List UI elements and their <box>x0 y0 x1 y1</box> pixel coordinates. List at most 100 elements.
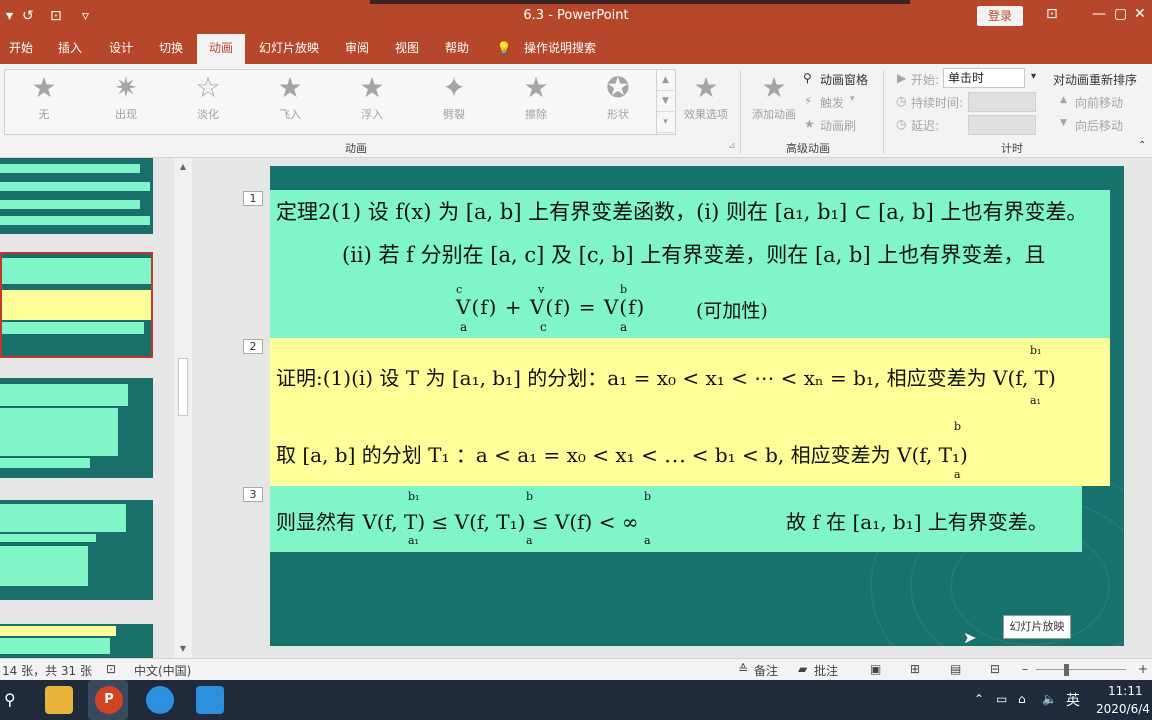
proof1-sub: a₁ <box>1030 394 1041 407</box>
lightbulb-icon: 💡 <box>496 41 512 55</box>
tab-design[interactable]: 设计 <box>100 34 142 64</box>
collapse-ribbon-icon[interactable]: ⌃ <box>1138 140 1146 151</box>
thumb-line <box>0 626 116 636</box>
star-burst-icon: ✷ <box>114 71 138 104</box>
normal-view-icon[interactable]: ▣ <box>870 662 881 676</box>
tab-view[interactable]: 视图 <box>386 34 428 64</box>
minimize-button[interactable]: — <box>1092 6 1106 22</box>
star-options-icon: ★ <box>693 71 719 104</box>
spellcheck-icon[interactable]: ⊡ <box>106 662 116 676</box>
move-earlier-button[interactable]: 向前移动 <box>1075 94 1123 111</box>
mouse-cursor-icon: ➤ <box>963 628 977 647</box>
powerpoint-icon[interactable]: P <box>95 686 123 714</box>
restore-button[interactable]: ▢ <box>1114 6 1127 22</box>
slide-thumbnail-selected[interactable] <box>0 252 153 358</box>
tab-home[interactable]: 开始 <box>0 34 42 64</box>
ime-indicator[interactable]: 英 <box>1066 690 1080 710</box>
notes-button[interactable]: 备注 <box>754 662 778 679</box>
zoom-out-icon[interactable]: – <box>1022 662 1028 676</box>
animation-pane-button[interactable]: 动画窗格 <box>820 71 868 88</box>
animation-order-1[interactable]: 1 <box>243 191 263 206</box>
tab-transitions[interactable]: 切换 <box>150 34 192 64</box>
tray-expand-icon[interactable]: ⌃ <box>974 692 984 706</box>
clock-time[interactable]: 11:11 <box>1108 684 1143 698</box>
sum-sub-2: c <box>540 320 547 334</box>
thumbnail-scrollbar[interactable]: ▲ ▼ <box>174 158 192 658</box>
anim-wipe[interactable]: ★ 擦除 <box>506 72 566 122</box>
thumb-line <box>2 290 151 320</box>
dialog-launcher-icon[interactable]: ⊿ <box>728 141 736 151</box>
battery-icon[interactable]: ▭ <box>996 692 1007 706</box>
network-icon[interactable]: ⌂ <box>1018 692 1026 706</box>
zoom-slider[interactable] <box>1036 669 1126 670</box>
anim-split[interactable]: ✦ 劈裂 <box>424 72 484 122</box>
thumb-line <box>0 164 140 173</box>
slide-thumbnail[interactable] <box>0 158 153 234</box>
zoom-in-icon[interactable]: + <box>1138 662 1148 676</box>
slide-thumbnail[interactable] <box>0 500 153 600</box>
scroll-down-icon[interactable]: ▼ <box>177 644 189 653</box>
effect-options-button[interactable]: ★ 效果选项 <box>676 72 736 122</box>
additivity-formula: V(f) + V(f) = V(f) <box>456 295 646 319</box>
slide-thumbnail[interactable] <box>0 378 153 478</box>
volume-icon[interactable]: 🔈 <box>1042 692 1057 706</box>
language-indicator[interactable]: 中文(中国) <box>134 662 191 679</box>
tab-review[interactable]: 审阅 <box>336 34 378 64</box>
move-later-button[interactable]: 向后移动 <box>1075 117 1123 134</box>
calendar-app-icon[interactable] <box>196 686 224 714</box>
anim-none[interactable]: ★ 无 <box>14 72 74 122</box>
ribbon-display-icon[interactable]: ⊡ <box>1046 6 1058 22</box>
tab-slideshow[interactable]: 幻灯片放映 <box>252 34 326 64</box>
gallery-more-icon[interactable]: ▾ <box>657 112 674 133</box>
zoom-thumb[interactable] <box>1064 664 1069 676</box>
anim-shape[interactable]: ✪ 形状 <box>588 72 648 122</box>
clock-icon: ◷ <box>896 94 907 108</box>
search-icon[interactable]: ⚲ <box>4 690 16 709</box>
sorter-view-icon[interactable]: ⊞ <box>910 662 920 676</box>
start-select[interactable]: 单击时 <box>943 68 1025 88</box>
slide-thumbnail[interactable] <box>0 624 153 658</box>
tab-help[interactable]: 帮助 <box>436 34 478 64</box>
tab-animations[interactable]: 动画 <box>197 34 245 64</box>
proof3-sup-1: b₁ <box>408 490 420 503</box>
tell-me-search[interactable]: 操作说明搜索 <box>518 34 602 64</box>
trigger-button[interactable]: 触发 <box>820 94 844 111</box>
login-button[interactable]: 登录 <box>977 6 1023 26</box>
gallery-scroll[interactable]: ▲ ▼ ▾ <box>656 70 674 134</box>
reorder-label: 对动画重新排序 <box>1053 73 1138 87</box>
star-add-icon: ★ <box>761 71 787 104</box>
slide-canvas[interactable]: 定理2(1) 设 f(x) 为 [a, b] 上有界变差函数，(i) 则在 [a… <box>270 166 1124 646</box>
anim-appear[interactable]: ✷ 出现 <box>96 72 156 122</box>
reading-view-icon[interactable]: ▤ <box>950 662 961 676</box>
slide-count: 14 张，共 31 张 <box>2 664 92 678</box>
gallery-up-icon[interactable]: ▲ <box>657 70 674 91</box>
slideshow-view-icon[interactable]: ⊟ <box>990 662 1000 676</box>
animation-order-3[interactable]: 3 <box>243 487 263 502</box>
scroll-thumb[interactable] <box>178 358 188 416</box>
start-play-icon: ▶ <box>897 71 907 85</box>
scroll-up-icon[interactable]: ▲ <box>177 162 189 171</box>
proof3-sup-3: b <box>644 490 652 503</box>
thumb-line <box>2 322 144 334</box>
close-button[interactable]: ✕ <box>1134 6 1146 22</box>
animation-painter-button[interactable]: 动画刷 <box>820 117 856 134</box>
comments-button[interactable]: 批注 <box>814 662 838 679</box>
file-explorer-icon[interactable] <box>45 686 73 714</box>
thumb-line <box>0 182 150 191</box>
delay-input[interactable] <box>968 115 1036 135</box>
proof1-sup: b₁ <box>1030 344 1042 357</box>
anim-fly-in[interactable]: ★ 飞入 <box>260 72 320 122</box>
thumb-line <box>0 546 88 586</box>
app-icon[interactable] <box>146 686 174 714</box>
add-animation-button[interactable]: ★ 添加动画 <box>744 72 804 122</box>
separator <box>883 70 884 154</box>
tab-insert[interactable]: 插入 <box>48 34 92 64</box>
duration-input[interactable] <box>968 92 1036 112</box>
sum-sub-3: a <box>620 320 628 334</box>
anim-fade[interactable]: ☆ 淡化 <box>178 72 238 122</box>
start-dropdown-icon[interactable]: ▾ <box>1031 71 1036 82</box>
gallery-down-icon[interactable]: ▼ <box>657 91 674 112</box>
anim-float-in[interactable]: ★ 浮入 <box>342 72 402 122</box>
animation-order-2[interactable]: 2 <box>243 339 263 354</box>
clock-date[interactable]: 2020/6/4 <box>1096 702 1150 716</box>
